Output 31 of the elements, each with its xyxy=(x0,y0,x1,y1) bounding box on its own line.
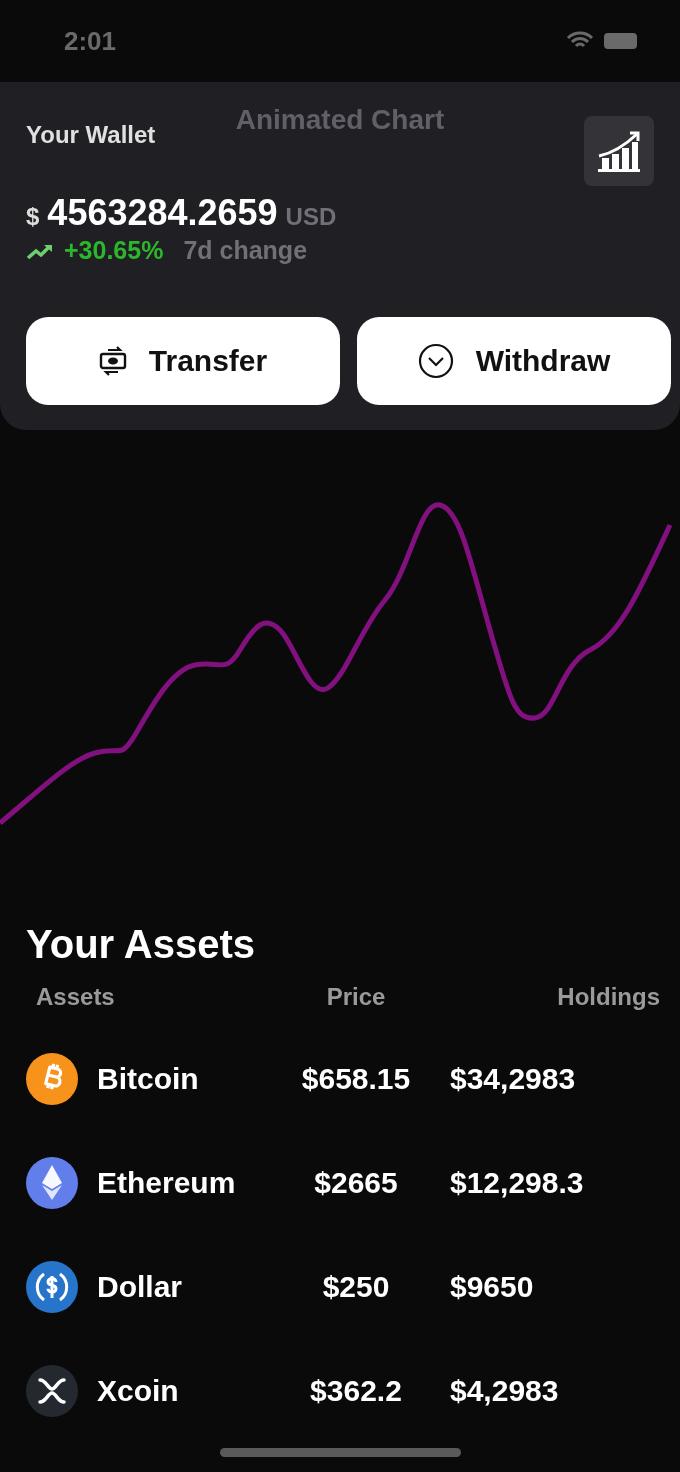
money-transfer-icon xyxy=(98,345,127,377)
asset-holdings: $34,2983 xyxy=(449,1062,577,1096)
asset-holdings: $12,298.3 xyxy=(449,1166,585,1200)
asset-name: Xcoin xyxy=(97,1374,179,1408)
balance: 4563284.2659 xyxy=(47,192,278,234)
asset-price: $250 xyxy=(321,1270,391,1304)
chart-button[interactable] xyxy=(584,116,654,186)
screen-title: Animated Chart xyxy=(235,104,445,136)
chevron-down-circle-icon xyxy=(417,343,454,379)
section-title: Your Assets xyxy=(26,921,256,967)
withdraw-button[interactable]: Withdraw xyxy=(357,317,671,405)
column-header: Price xyxy=(325,982,387,1012)
asset-price: $2665 xyxy=(313,1166,399,1200)
wallet-title: Your Wallet xyxy=(26,121,156,149)
status-time: 2:01 xyxy=(64,25,117,57)
asset-price: $362.2 xyxy=(309,1374,403,1408)
column-header: Holdings xyxy=(556,982,661,1012)
asset-name: Bitcoin xyxy=(97,1062,199,1096)
currency-code: USD xyxy=(285,203,337,231)
column-header: Assets xyxy=(35,982,116,1012)
asset-holdings: $4,2983 xyxy=(449,1374,560,1408)
currency-symbol: $ xyxy=(26,203,40,231)
transfer-button[interactable]: Transfer xyxy=(26,317,340,405)
asset-name: Ethereum xyxy=(97,1166,236,1200)
change-percent: +30.65% xyxy=(64,236,164,265)
asset-holdings: $9650 xyxy=(449,1270,535,1304)
growth-chart-icon xyxy=(596,130,642,172)
asset-name: Dollar xyxy=(97,1270,183,1304)
change-label: 7d change xyxy=(183,236,308,265)
battery-icon xyxy=(604,32,640,50)
asset-price: $658.15 xyxy=(300,1062,412,1096)
